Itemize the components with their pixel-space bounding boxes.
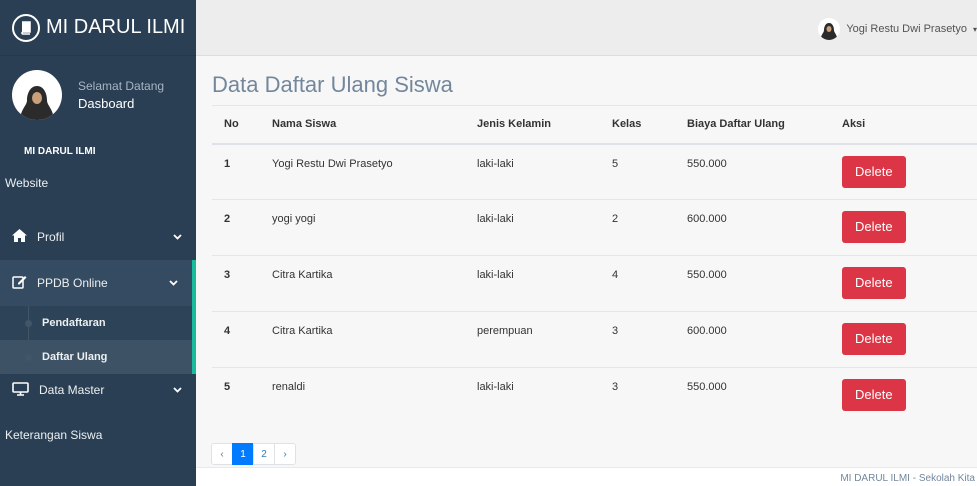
cell-no: 1 [212, 143, 260, 200]
caret-down-icon: ▾ [972, 24, 977, 34]
cell-kelas: 4 [600, 255, 675, 312]
footer: MI DARUL ILMI - Sekolah Kita [196, 467, 977, 486]
col-no: No [212, 105, 260, 145]
cell-nama: yogi yogi [260, 199, 465, 256]
profile-name[interactable]: Dasboard [78, 95, 164, 113]
cell-jk: laki-laki [465, 367, 600, 424]
cell-no: 4 [212, 311, 260, 368]
cell-jk: laki-laki [465, 199, 600, 256]
submenu-daftar-ulang[interactable]: Daftar Ulang [0, 340, 192, 374]
cell-nama: renaldi [260, 367, 465, 424]
menu-ppdb[interactable]: PPDB Online [0, 260, 196, 306]
submenu-pendaftaran[interactable]: Pendaftaran [0, 306, 192, 340]
cell-biaya: 600.000 [675, 311, 830, 368]
cell-no: 5 [212, 367, 260, 424]
cell-nama: Yogi Restu Dwi Prasetyo [260, 143, 465, 200]
avatar[interactable] [12, 70, 62, 120]
website-link[interactable]: Website [0, 166, 196, 200]
menu-data-master[interactable]: Data Master [0, 374, 196, 406]
cell-no: 2 [212, 199, 260, 256]
home-icon [12, 229, 27, 245]
pagination-page-1[interactable]: 1 [232, 443, 254, 465]
table-row: 3 Citra Kartika laki-laki 4 550.000 Dele… [212, 255, 977, 312]
cell-no: 3 [212, 255, 260, 312]
menu-data-master-label: Data Master [39, 383, 105, 397]
cell-kelas: 3 [600, 367, 675, 424]
col-aksi: Aksi [830, 105, 977, 145]
cell-biaya: 600.000 [675, 199, 830, 256]
keterangan-siswa-link[interactable]: Keterangan Siswa [0, 418, 196, 452]
chevron-down-icon [169, 278, 178, 289]
cell-kelas: 3 [600, 311, 675, 368]
submenu-pendaftaran-label: Pendaftaran [42, 317, 106, 329]
edit-icon [12, 275, 27, 292]
delete-button[interactable]: Delete [842, 323, 906, 355]
menu-profil[interactable]: Profil [0, 214, 196, 260]
bullet-icon [25, 319, 32, 327]
ppdb-submenu: Pendaftaran Daftar Ulang [0, 306, 196, 374]
cell-jk: laki-laki [465, 255, 600, 312]
user-menu[interactable]: Yogi Restu Dwi Prasetyo ▾ [818, 18, 977, 40]
cell-biaya: 550.000 [675, 255, 830, 312]
book-icon [12, 13, 40, 42]
table-row: 4 Citra Kartika perempuan 3 600.000 Dele… [212, 311, 977, 368]
delete-button[interactable]: Delete [842, 155, 906, 188]
topbar: Yogi Restu Dwi Prasetyo ▾ [196, 0, 977, 56]
cell-jk: perempuan [465, 311, 600, 368]
menu-profil-label: Profil [37, 230, 65, 244]
cell-biaya: 550.000 [675, 143, 830, 200]
col-biaya: Biaya Daftar Ulang [675, 105, 830, 145]
sidebar: MI DARUL ILMI Selamat Datang Dasboard MI… [0, 0, 196, 486]
user-name: Yogi Restu Dwi Prasetyo [846, 23, 967, 35]
cell-kelas: 5 [600, 143, 675, 200]
col-kelas: Kelas [600, 105, 675, 145]
table-header-row: No Nama Siswa Jenis Kelamin Kelas Biaya … [212, 105, 977, 145]
cell-kelas: 2 [600, 199, 675, 256]
pagination: ‹ 1 2 › [211, 443, 296, 465]
main-content: Data Daftar Ulang Siswa No Nama Siswa Je… [196, 56, 977, 486]
monitor-icon [12, 381, 29, 399]
col-jenis-kelamin: Jenis Kelamin [465, 105, 600, 145]
pagination-prev[interactable]: ‹ [211, 443, 233, 465]
profile-block: Selamat Datang Dasboard [0, 56, 196, 122]
cell-biaya: 550.000 [675, 367, 830, 424]
submenu-daftar-ulang-label: Daftar Ulang [42, 351, 108, 363]
user-avatar-icon [818, 18, 841, 40]
cell-nama: Citra Kartika [260, 255, 465, 312]
menu-ppdb-label: PPDB Online [37, 276, 108, 290]
data-table: No Nama Siswa Jenis Kelamin Kelas Biaya … [212, 105, 977, 424]
table-row: 2 yogi yogi laki-laki 2 600.000 Delete [212, 199, 977, 256]
delete-button[interactable]: Delete [842, 267, 906, 299]
bullet-icon [25, 353, 32, 361]
delete-button[interactable]: Delete [842, 211, 906, 243]
app-title: MI DARUL ILMI [46, 16, 186, 38]
col-nama: Nama Siswa [260, 105, 465, 145]
chevron-down-icon [173, 232, 182, 243]
pagination-next[interactable]: › [274, 443, 296, 465]
cell-nama: Citra Kartika [260, 311, 465, 368]
chevron-down-icon [173, 385, 182, 396]
pagination-page-2[interactable]: 2 [253, 443, 275, 465]
section-title: MI DARUL ILMI [24, 146, 96, 157]
footer-text: MI DARUL ILMI - Sekolah Kita [840, 473, 975, 484]
cell-jk: laki-laki [465, 143, 600, 200]
delete-button[interactable]: Delete [842, 379, 906, 411]
table-row: 1 Yogi Restu Dwi Prasetyo laki-laki 5 55… [212, 143, 977, 200]
table-row: 5 renaldi laki-laki 3 550.000 Delete [212, 367, 977, 424]
welcome-text: Selamat Datang [78, 79, 165, 93]
brand[interactable]: MI DARUL ILMI [0, 0, 196, 56]
page-title: Data Daftar Ulang Siswa [212, 72, 453, 97]
